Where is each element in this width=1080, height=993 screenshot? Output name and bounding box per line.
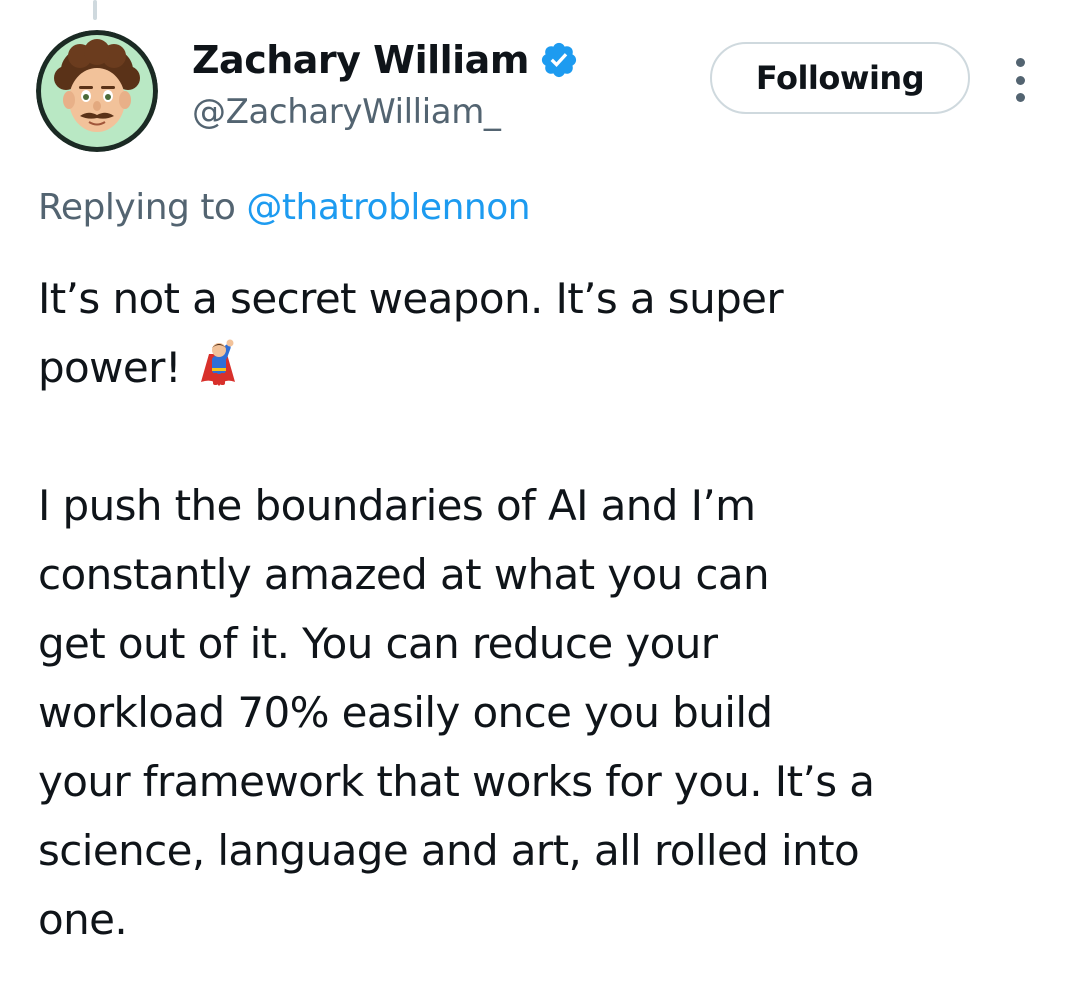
superhero-emoji-icon [201,339,236,386]
replying-to-line: Replying to @thatroblennon [38,184,531,232]
more-vertical-icon-dot [1015,75,1025,85]
more-vertical-icon [1015,58,1025,67]
tweet-text-line: get out of it. You can reduce your [38,619,718,668]
author-name-row[interactable]: Zachary William [192,36,579,84]
tweet-text-line: constantly amazed at what you can [38,550,770,599]
tweet-text-line: power! [38,333,1048,402]
tweet-text-line: your framework that works for you. It’s … [38,757,875,806]
verified-badge-icon [541,42,577,78]
tweet-text-line: workload 70% easily once you build [38,688,773,737]
author-avatar[interactable] [36,30,158,152]
tweet-text-line: It’s not a secret weapon. It’s a super [38,274,784,323]
thread-connector-line [93,0,97,20]
replying-prefix: Replying to [38,187,236,228]
memoji-avatar-icon [36,30,158,152]
following-button[interactable]: Following [710,42,970,114]
tweet-text: It’s not a secret weapon. It’s a super p… [38,264,1048,954]
more-vertical-icon-dot [1015,93,1025,102]
author-display-name[interactable]: Zachary William [192,36,529,84]
tweet-text-line: one. [38,895,128,944]
tweet-text-line: I push the boundaries of AI and I’m [38,481,756,530]
tweet-text-line: science, language and art, all rolled in… [38,826,860,875]
author-handle[interactable]: @ZacharyWilliam_ [192,90,501,134]
tweet-text-fragment: power! [38,343,182,392]
replying-to-mention-link[interactable]: @thatroblennon [246,187,530,228]
more-options-button[interactable] [1004,58,1036,102]
